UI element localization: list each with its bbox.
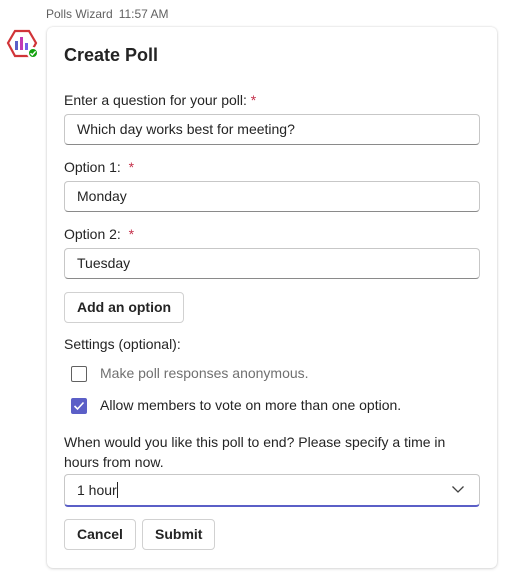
option-2-input[interactable]: Tuesday — [64, 248, 480, 279]
question-label: Enter a question for your poll: * — [64, 92, 257, 108]
multi-vote-checkbox[interactable] — [71, 398, 87, 414]
required-asterisk: * — [128, 159, 135, 175]
question-input[interactable]: Which day works best for meeting? — [64, 114, 480, 145]
online-status-badge — [27, 47, 39, 59]
text-cursor — [116, 482, 118, 498]
checkmark-icon — [73, 401, 85, 411]
settings-label: Settings (optional): — [64, 336, 181, 352]
required-asterisk: * — [128, 226, 135, 242]
end-time-label-line-2: hours from now. — [64, 454, 164, 470]
chat-message: Polls Wizard 11:57 AM Create Poll Enter a… — [0, 0, 511, 580]
submit-button[interactable]: Submit — [142, 519, 216, 550]
option-1-label: Option 1: * — [64, 159, 135, 175]
required-asterisk: * — [250, 92, 257, 108]
option-1-input[interactable]: Monday — [64, 181, 480, 212]
card-title: Create Poll — [64, 45, 159, 65]
option-2-label: Option 2: * — [64, 226, 135, 242]
online-check-icon — [30, 50, 37, 57]
end-time-value: 1 hour — [77, 482, 117, 498]
anonymous-checkbox-label: Make poll responses anonymous. — [100, 365, 309, 381]
multi-vote-checkbox-label: Allow members to vote on more than one o… — [100, 397, 402, 413]
anonymous-checkbox[interactable] — [71, 366, 87, 382]
end-time-dropdown[interactable]: 1 hour — [64, 474, 480, 507]
cancel-button[interactable]: Cancel — [64, 519, 136, 550]
message-header: Polls Wizard 11:57 AM — [46, 7, 169, 21]
end-time-label-line-1: When would you like this poll to end? Pl… — [64, 434, 446, 450]
message-time: 11:57 AM — [118, 7, 169, 21]
sender-name: Polls Wizard — [46, 7, 113, 21]
create-poll-card: Create Poll Enter a question for your po… — [47, 27, 497, 568]
chevron-down-icon — [452, 486, 464, 493]
add-option-button[interactable]: Add an option — [64, 292, 185, 323]
